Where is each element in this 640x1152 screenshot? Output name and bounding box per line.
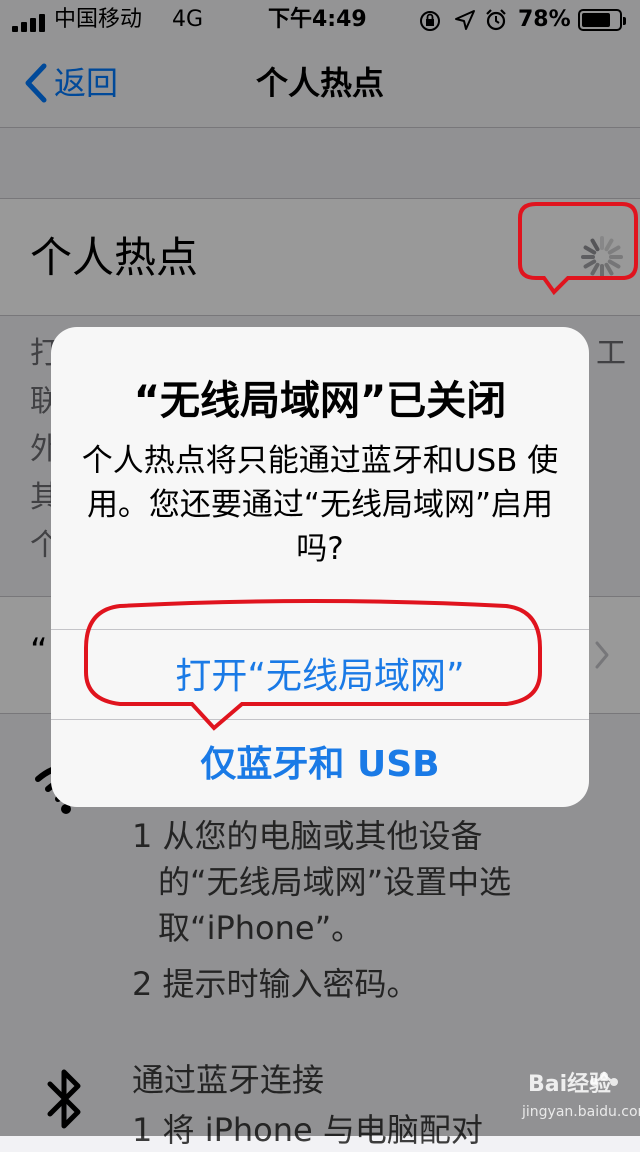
alert-divider <box>51 629 589 630</box>
watermark-brand: Bai经验 <box>528 1066 611 1098</box>
bluetooth-usb-only-button[interactable]: 仅蓝牙和 USB <box>51 741 589 789</box>
watermark-brand-suffix: 经验 <box>567 1072 612 1097</box>
watermark-brand-text: Bai <box>528 1072 568 1097</box>
enable-wlan-button[interactable]: 打开“无线局域网” <box>51 653 589 701</box>
alert-divider <box>51 719 589 720</box>
watermark-url: jingyan.baidu.com <box>522 1104 640 1120</box>
wlan-off-alert: “无线局域网”已关闭 个人热点将只能通过蓝牙和USB 使用。您还要通过“无线局域… <box>51 327 589 807</box>
alert-title: “无线局域网”已关闭 <box>133 378 507 424</box>
alert-message: 个人热点将只能通过蓝牙和USB 使用。您还要通过“无线局域网”启用吗? <box>81 443 559 567</box>
